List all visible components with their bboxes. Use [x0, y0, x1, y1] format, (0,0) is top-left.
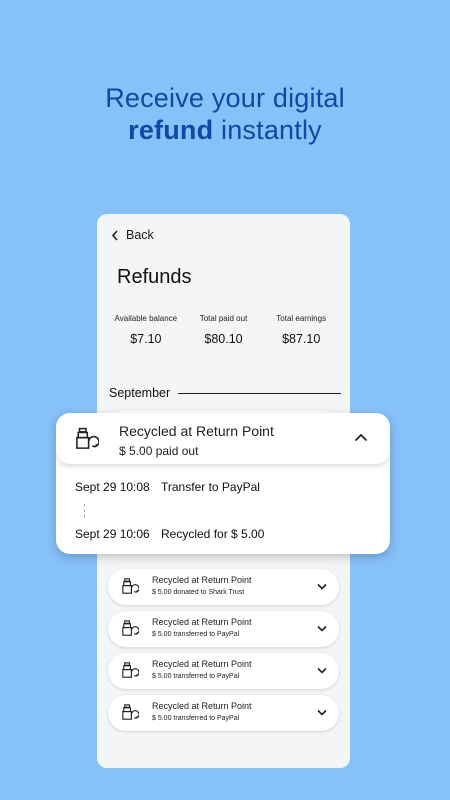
- stat-value: $7.10: [130, 332, 162, 346]
- chevron-down-icon[interactable]: [317, 625, 327, 632]
- timeline-event: Sept 29 10:06 Recycled for $ 5.00: [75, 527, 264, 541]
- month-label: September: [109, 386, 171, 400]
- list-item-subtitle: $ 5.00 transferred to PayPal: [152, 631, 240, 638]
- list-item[interactable]: Recycled at Return Point $ 5.00 transfer…: [108, 611, 339, 647]
- chevron-down-icon[interactable]: [317, 583, 327, 590]
- stat-total-paid-out: Total paid out $80.10: [185, 314, 263, 346]
- list-item-title: Recycled at Return Point: [152, 575, 252, 585]
- event-text: Recycled for $ 5.00: [161, 527, 265, 541]
- stat-total-earnings: Total earnings $87.10: [262, 314, 340, 346]
- chevron-down-icon[interactable]: [317, 709, 327, 716]
- headline: Receive your digital refund instantly: [0, 82, 450, 146]
- list-item[interactable]: Recycled at Return Point $ 5.00 transfer…: [108, 653, 339, 689]
- month-divider: September: [109, 386, 341, 400]
- recycle-bottles-icon: [76, 427, 99, 449]
- timeline-connector: [84, 504, 85, 518]
- back-label: Back: [126, 228, 154, 242]
- headline-strong: refund: [128, 115, 214, 145]
- recycle-bottles-icon: [122, 662, 139, 678]
- event-date: Sept 29 10:08: [75, 480, 150, 494]
- list-item[interactable]: Recycled at Return Point $ 5.00 transfer…: [108, 695, 339, 731]
- chevron-left-icon: [111, 229, 118, 241]
- recycle-bottles-icon: [122, 620, 139, 636]
- headline-rest: instantly: [213, 115, 322, 145]
- list-item-subtitle: $ 5.00 transferred to PayPal: [152, 715, 240, 722]
- expanded-transaction-card: Recycled at Return Point $ 5.00 paid out…: [56, 413, 390, 554]
- chevron-up-icon[interactable]: [354, 433, 368, 442]
- transaction-subtitle: $ 5.00 paid out: [119, 444, 199, 458]
- back-button[interactable]: Back: [111, 227, 154, 243]
- headline-line2: refund instantly: [0, 114, 450, 146]
- stat-label: Total earnings: [276, 314, 327, 323]
- stat-label: Available balance: [114, 314, 178, 323]
- list-item[interactable]: Recycled at Return Point $ 5.00 donated …: [108, 569, 339, 605]
- stat-label: Total paid out: [199, 314, 248, 323]
- page-title: Refunds: [117, 266, 192, 288]
- list-item-title: Recycled at Return Point: [152, 617, 252, 627]
- list-item-subtitle: $ 5.00 transferred to PayPal: [152, 673, 240, 680]
- recycle-bottles-icon: [122, 704, 139, 720]
- list-item-title: Recycled at Return Point: [152, 701, 252, 711]
- transaction-title: Recycled at Return Point: [119, 423, 274, 439]
- divider-line: [178, 392, 341, 394]
- stat-available-balance: Available balance $7.10: [107, 314, 185, 346]
- list-item-subtitle: $ 5.00 donated to Shark Trust: [152, 589, 245, 596]
- stat-value: $80.10: [204, 332, 243, 346]
- event-date: Sept 29 10:06: [75, 527, 150, 541]
- headline-line1: Receive your digital: [105, 83, 345, 113]
- recycle-bottles-icon: [122, 578, 139, 594]
- event-text: Transfer to PayPal: [161, 480, 260, 494]
- chevron-down-icon[interactable]: [317, 667, 327, 674]
- list-item-title: Recycled at Return Point: [152, 659, 252, 669]
- stat-value: $87.10: [282, 332, 321, 346]
- expanded-transaction-header[interactable]: Recycled at Return Point $ 5.00 paid out: [56, 413, 390, 464]
- stats-row: Available balance $7.10 Total paid out $…: [107, 314, 340, 346]
- timeline-event: Sept 29 10:08 Transfer to PayPal: [75, 480, 260, 494]
